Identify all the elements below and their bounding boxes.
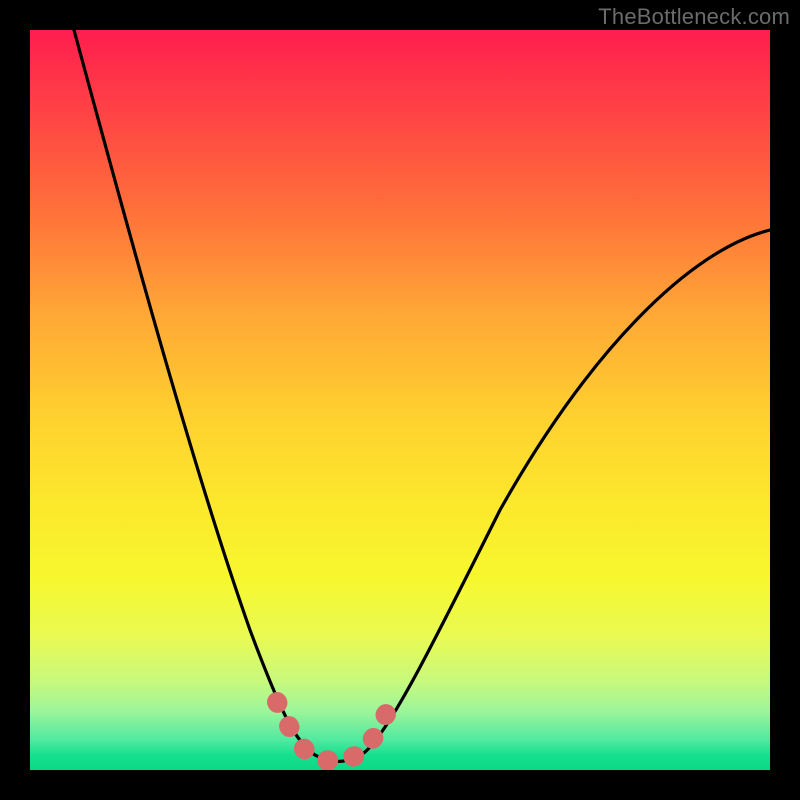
chart-frame: TheBottleneck.com	[0, 0, 800, 800]
bottleneck-curve	[74, 30, 770, 761]
valley-marker	[277, 702, 386, 761]
curve-layer	[30, 30, 770, 770]
watermark-text: TheBottleneck.com	[598, 4, 790, 30]
plot-area	[30, 30, 770, 770]
